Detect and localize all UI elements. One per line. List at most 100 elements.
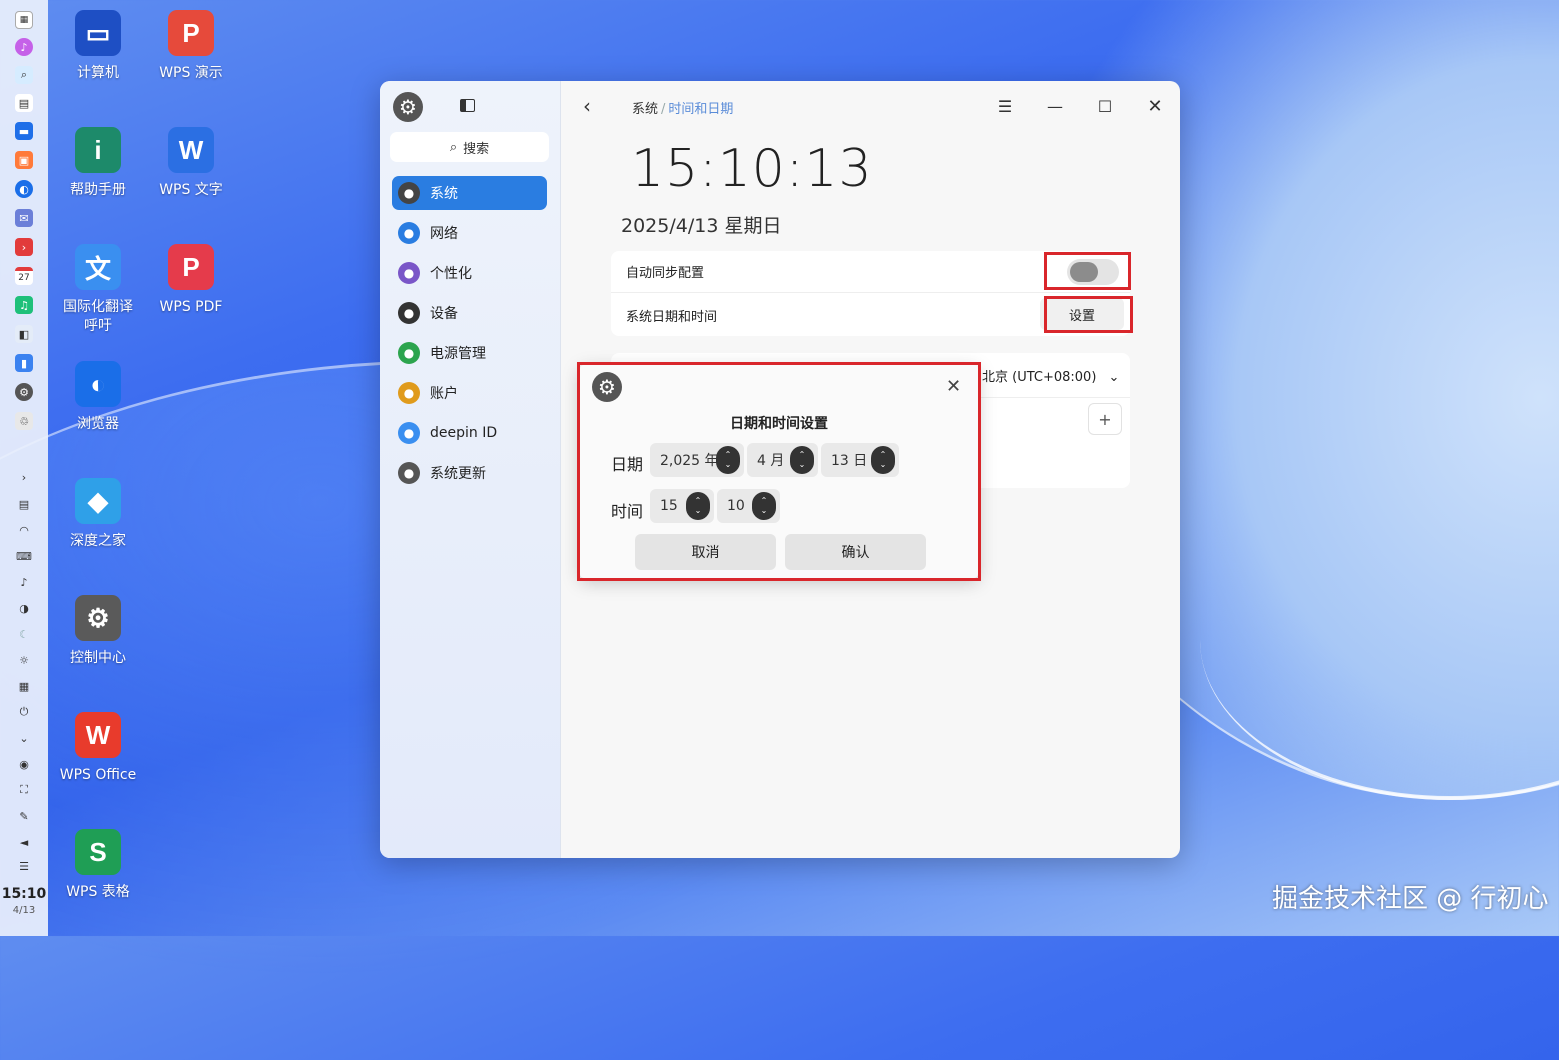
music-icon[interactable]: ♪	[15, 38, 33, 56]
record-icon[interactable]: ◉	[15, 755, 33, 773]
browser-icon: ◐	[75, 361, 121, 407]
sidebar-item-5[interactable]: ● 电源管理	[392, 336, 547, 370]
launcher-icon[interactable]: ▦	[15, 11, 33, 29]
sidebar-toggle-icon[interactable]	[460, 99, 475, 112]
desktop-icon[interactable]: ▭ 计算机	[52, 10, 144, 83]
network-icon: ●	[398, 222, 420, 244]
down-icon[interactable]: ⌄	[15, 729, 33, 747]
sidebar-item-4[interactable]: ● 设备	[392, 296, 547, 330]
desktop-icon-label: 深度之家	[70, 533, 126, 549]
desktop-icon[interactable]: ◆ 深度之家	[52, 478, 144, 551]
sidebar-item-6[interactable]: ● 账户	[392, 376, 547, 410]
cloud-icon: ●	[398, 422, 420, 444]
toggle-icon[interactable]: ☰	[15, 857, 33, 875]
breadcrumb-root[interactable]: 系统	[632, 102, 658, 117]
add-timezone-button[interactable]: +	[1088, 403, 1122, 435]
sidebar-item-label: 网络	[430, 226, 458, 242]
desktop-icon[interactable]: 文国际化翻译 呼吁	[52, 244, 144, 336]
wps-pdf-icon: P	[168, 244, 214, 290]
sidebar-item-label: 系统	[430, 186, 458, 202]
search-icon: ⌕	[449, 139, 458, 155]
sidebar-item-label: 账户	[430, 386, 458, 402]
search-placeholder: 搜索	[463, 141, 490, 157]
sidebar-item-label: 系统更新	[430, 466, 486, 482]
settings-dock-icon[interactable]: ⚙	[15, 383, 33, 401]
desktop-icon-label: WPS 表格	[66, 884, 130, 900]
music-player-icon[interactable]: ♫	[15, 296, 33, 314]
desktop-icon[interactable]: W WPS 文字	[145, 127, 237, 200]
desktop-icon-label: WPS 文字	[159, 182, 223, 198]
desktop-icon[interactable]: S WPS 表格	[52, 829, 144, 902]
store-icon[interactable]: ▣	[15, 151, 33, 169]
keyboard-layout-icon[interactable]: ▦	[15, 677, 33, 695]
desktop-icon[interactable]: i 帮助手册	[52, 127, 144, 200]
maximize-button[interactable]: ☐	[1094, 95, 1116, 117]
terminal-icon[interactable]: ›	[15, 238, 33, 256]
personalization-icon: ●	[398, 262, 420, 284]
highlight-dialog-box	[577, 362, 981, 581]
browser-dock-icon[interactable]: ◐	[15, 180, 33, 198]
theme-icon[interactable]: ◑	[15, 599, 33, 617]
sidebar-item-2[interactable]: ● 网络	[392, 216, 547, 250]
close-button[interactable]: ✕	[1144, 95, 1166, 117]
volume-icon[interactable]: ◄	[15, 833, 33, 851]
sidebar-item-7[interactable]: ● deepin ID	[392, 416, 547, 450]
system-icon: ●	[398, 182, 420, 204]
back-button[interactable]: ‹	[576, 94, 598, 118]
screenshot-icon[interactable]: ◧	[15, 325, 33, 343]
desktop-icon[interactable]: ◐ 浏览器	[52, 361, 144, 434]
watermark: 掘金技术社区 @ 行初心	[1272, 884, 1549, 914]
wps-office-icon: W	[75, 712, 121, 758]
sidebar-item-label: 个性化	[430, 266, 472, 282]
breadcrumb-current: 时间和日期	[668, 102, 734, 117]
dock-clock-time[interactable]: 15:10	[0, 886, 48, 902]
left-dock: ▦ ♪ ⌕ ▤ ▬ ▣ ◐ ✉ › 27 ♫ ◧ ▮ ⚙ ♲ › ▤ ◠ ⌨ ♪…	[0, 0, 48, 936]
timezone-select[interactable]: 北京 (UTC+08:00) ⌄	[982, 366, 1119, 385]
desktop-icon-label: WPS 演示	[159, 65, 223, 81]
menu-button[interactable]: ☰	[994, 95, 1016, 117]
desktop-icon[interactable]: P WPS 演示	[145, 10, 237, 83]
calendar-icon[interactable]: 27	[15, 267, 33, 285]
desktop-icon[interactable]: P WPS PDF	[145, 244, 237, 317]
desktop-icon-label: 国际化翻译 呼吁	[63, 299, 133, 334]
timezone-value: 北京 (UTC+08:00)	[982, 370, 1097, 385]
sidebar-item-8[interactable]: ● 系统更新	[392, 456, 547, 490]
file-manager-icon[interactable]: ▬	[15, 122, 33, 140]
remote-icon[interactable]: ▮	[15, 354, 33, 372]
breadcrumb-separator: /	[661, 102, 666, 117]
screen-capture-icon[interactable]: ⛶	[15, 781, 33, 799]
search-icon[interactable]: ⌕	[15, 66, 33, 84]
wps-spreadsheet-icon: S	[75, 829, 121, 875]
search-input[interactable]: ⌕ 搜索	[390, 132, 549, 162]
clipboard-icon[interactable]: ▤	[15, 495, 33, 513]
control-center-icon: ⚙	[75, 595, 121, 641]
keyboard-icon[interactable]: ⌨	[15, 547, 33, 565]
bell-icon[interactable]: ♪	[15, 573, 33, 591]
sidebar-item-label: 电源管理	[430, 346, 486, 362]
wps-writer-icon: W	[168, 127, 214, 173]
auto-sync-label: 自动同步配置	[626, 266, 705, 281]
pen-icon[interactable]: ✎	[15, 807, 33, 825]
control-center-logo-icon: ⚙	[393, 92, 423, 122]
mail-icon[interactable]: ✉	[15, 209, 33, 227]
dock-clock-date[interactable]: 4/13	[0, 905, 48, 916]
trash-icon[interactable]: ♲	[15, 412, 33, 430]
sidebar-item-1[interactable]: ● 系统	[392, 176, 547, 210]
minimize-button[interactable]: —	[1044, 95, 1066, 117]
desktop-icon-label: WPS PDF	[159, 299, 223, 315]
date-display: 2025/4/13 星期日	[621, 215, 782, 237]
chevron-down-icon: ⌄	[1108, 370, 1120, 385]
app-store-icon[interactable]: ▤	[15, 94, 33, 112]
moon-icon[interactable]: ☾	[15, 625, 33, 643]
expand-icon[interactable]: ›	[15, 468, 33, 486]
power-icon: ●	[398, 342, 420, 364]
brightness-icon[interactable]: ☼	[15, 651, 33, 669]
wifi-icon[interactable]: ◠	[15, 521, 33, 539]
desktop-icon[interactable]: W WPS Office	[52, 712, 144, 785]
desktop-icon[interactable]: ⚙ 控制中心	[52, 595, 144, 668]
desktop-icon-label: 浏览器	[77, 416, 119, 432]
account-icon: ●	[398, 382, 420, 404]
desktop-icon-label: 帮助手册	[70, 182, 126, 198]
sidebar-item-3[interactable]: ● 个性化	[392, 256, 547, 290]
power-icon[interactable]: ⏻	[15, 703, 33, 721]
